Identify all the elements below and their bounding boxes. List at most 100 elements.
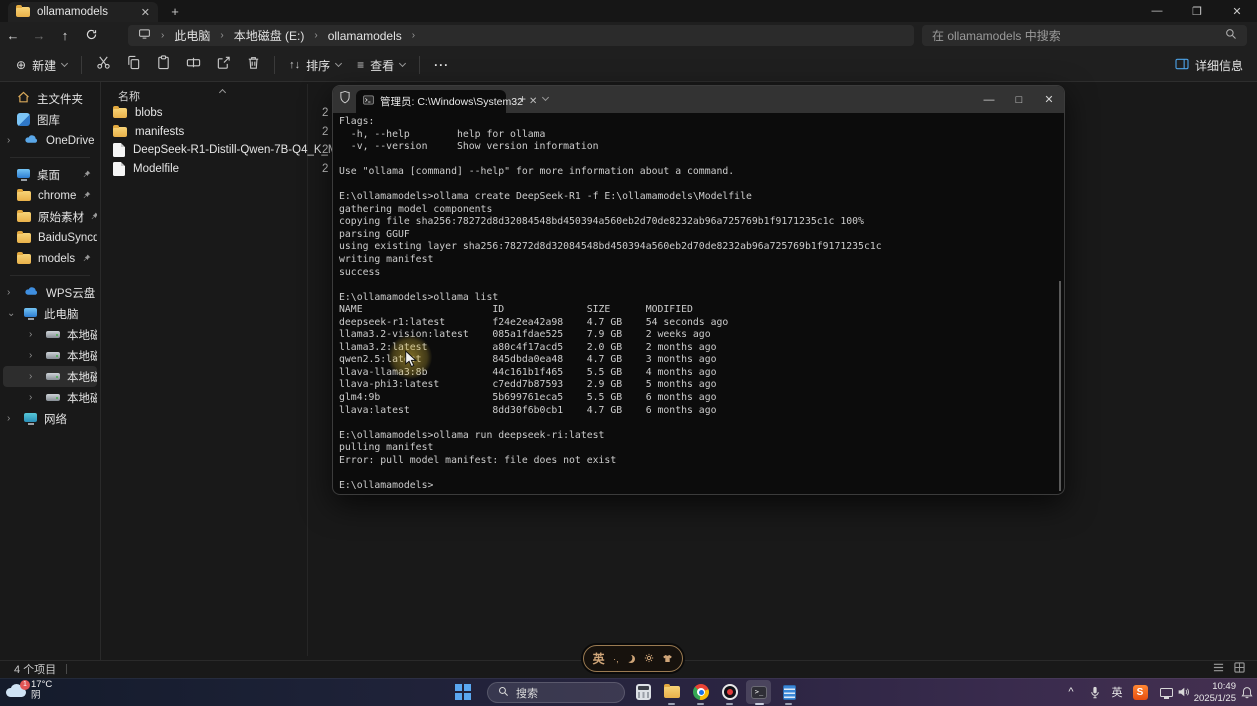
ime-language-toggle[interactable]: 英 (593, 650, 605, 667)
tray-hidden-icons-button[interactable]: ^ (1060, 682, 1082, 702)
more-options-button[interactable]: ··· (426, 58, 457, 72)
terminal-tab-close-icon[interactable]: ✕ (529, 96, 537, 107)
new-tab-button[interactable]: + (166, 3, 184, 21)
sidebar-item-disk-f[interactable]: › 本地磁盘 (F:) (3, 387, 97, 408)
sidebar-item-baidusyncdisk[interactable]: BaiduSyncdisk (3, 227, 97, 248)
terminal-titlebar[interactable]: 管理员: C:\Windows\System32 ✕ + — □ ✕ (333, 86, 1064, 113)
terminal-maximize-button[interactable]: □ (1004, 86, 1034, 113)
sidebar-item-disk-c[interactable]: › 本地磁盘 (C:) (3, 324, 97, 345)
terminal-content-area[interactable]: Flags: -h, --help help for ollama -v, --… (333, 113, 1064, 495)
ime-settings-gear-icon[interactable] (644, 650, 654, 668)
taskbar-recorder[interactable] (719, 682, 741, 702)
taskbar-file-explorer[interactable] (661, 682, 683, 702)
taskbar-notepad[interactable] (778, 682, 800, 702)
up-button[interactable]: ↑ (52, 28, 78, 43)
taskbar-chrome[interactable] (690, 682, 712, 702)
view-button[interactable]: ≡ 查看 (349, 57, 413, 74)
weather-widget[interactable]: 1 17°C 阴 (6, 680, 52, 701)
chevron-right-icon[interactable]: › (29, 329, 39, 340)
refresh-icon[interactable] (78, 28, 104, 44)
sidebar-item-desktop[interactable]: 桌面 (3, 164, 97, 185)
terminal-window[interactable]: 管理员: C:\Windows\System32 ✕ + — □ ✕ Flags… (332, 85, 1065, 495)
crumb-chevron-icon: › (155, 30, 170, 41)
tray-microphone-icon[interactable] (1084, 682, 1106, 702)
taskbar-terminal[interactable]: >_ (748, 682, 770, 702)
breadcrumb-folder[interactable]: ollamamodels (328, 29, 402, 43)
folder-icon (17, 212, 31, 222)
copy-icon[interactable] (118, 55, 148, 75)
taskbar-search-label: 搜索 (516, 685, 538, 701)
sidebar-item-chrome[interactable]: chrome (3, 185, 97, 206)
chevron-right-icon[interactable]: › (7, 287, 17, 298)
sidebar-item-disk-e[interactable]: › 本地磁盘 (E:) (3, 366, 97, 387)
terminal-minimize-button[interactable]: — (974, 86, 1004, 113)
ime-punctuation-icon[interactable]: ·, (613, 654, 619, 664)
tray-notifications-bell-icon[interactable] (1236, 682, 1257, 702)
view-thumbnails-icon[interactable] (1234, 662, 1245, 676)
terminal-close-button[interactable]: ✕ (1034, 86, 1064, 113)
details-pane-button[interactable]: 详细信息 (1167, 57, 1257, 74)
terminal-tab[interactable]: 管理员: C:\Windows\System32 ✕ (356, 90, 506, 113)
paste-icon[interactable] (148, 55, 178, 75)
explorer-tab[interactable]: ollamamodels ✕ (8, 2, 158, 22)
chevron-right-icon[interactable]: › (29, 371, 39, 382)
breadcrumb-this-pc[interactable]: 此电脑 (174, 27, 210, 44)
maximize-button[interactable]: ❐ (1177, 0, 1217, 22)
forward-button[interactable]: → (26, 28, 52, 43)
pin-icon (83, 190, 91, 202)
minimize-button[interactable]: — (1137, 0, 1177, 22)
folder-icon (17, 254, 31, 264)
taskbar-search[interactable]: 搜索 (487, 682, 625, 703)
terminal-tab-dropdown-icon[interactable] (542, 94, 549, 101)
file-icon (113, 143, 125, 157)
sidebar-item-this-pc[interactable]: ⌄ 此电脑 (3, 303, 97, 324)
tray-input-language[interactable]: 英 (1106, 682, 1128, 702)
ime-toolbar[interactable]: 英 ·, (583, 645, 683, 672)
back-button[interactable]: ← (0, 28, 26, 43)
explorer-search-input[interactable]: 在 ollamamodels 中搜索 (922, 25, 1247, 46)
sidebar-item-label: 本地磁盘 (F:) (67, 390, 97, 406)
sidebar-item-home[interactable]: 主文件夹 (3, 88, 97, 109)
start-button[interactable] (452, 682, 474, 702)
sidebar-item-onedrive[interactable]: › OneDrive (3, 130, 97, 151)
cut-icon[interactable] (88, 55, 118, 75)
details-pane-icon (1175, 58, 1189, 73)
explorer-tab-strip: ollamamodels ✕ + — ❐ ✕ (0, 0, 1257, 22)
new-button[interactable]: ⊕ 新建 (0, 57, 75, 74)
sidebar-item-wps-cloud[interactable]: › WPS云盘 (3, 282, 97, 303)
tray-clock[interactable]: 10:49 2025/1/25 (1188, 681, 1236, 704)
ime-skin-shirt-icon[interactable] (662, 650, 673, 668)
breadcrumb-drive[interactable]: 本地磁盘 (E:) (234, 27, 305, 44)
sidebar-item-gallery[interactable]: 图库 (3, 109, 97, 130)
chevron-right-icon[interactable]: › (7, 135, 17, 146)
sidebar-item-models[interactable]: models (3, 248, 97, 269)
column-header-name[interactable]: 名称 (118, 88, 140, 104)
terminal-new-tab-button[interactable]: + (519, 92, 526, 106)
sidebar-item-network[interactable]: › 网络 (3, 408, 97, 429)
view-list-icon[interactable] (1213, 662, 1224, 676)
chevron-right-icon[interactable]: › (29, 392, 39, 403)
delete-icon[interactable] (238, 55, 268, 75)
taskbar-calculator[interactable] (632, 682, 654, 702)
sort-button[interactable]: ↑↓ 排序 (281, 57, 349, 74)
search-icon[interactable] (1225, 28, 1237, 43)
chevron-right-icon[interactable]: › (7, 413, 17, 424)
close-button[interactable]: ✕ (1217, 0, 1257, 22)
chevron-right-icon[interactable]: › (29, 350, 39, 361)
rename-icon[interactable] (178, 55, 208, 75)
tray-date: 2025/1/25 (1188, 693, 1236, 705)
running-indicator (668, 703, 675, 706)
sidebar-item-raw-assets[interactable]: 原始素材 (3, 206, 97, 227)
tray-sogou[interactable]: S (1129, 682, 1151, 702)
ime-halfwidth-moon-icon[interactable] (627, 655, 635, 663)
chevron-down-icon[interactable]: ⌄ (7, 308, 17, 319)
terminal-scrollbar[interactable] (1059, 281, 1061, 491)
file-date: 2 (322, 126, 328, 138)
tab-close-icon[interactable]: ✕ (141, 6, 150, 19)
sidebar-item-disk-d[interactable]: › 本地磁盘 (D:) (3, 345, 97, 366)
share-icon[interactable] (208, 55, 238, 75)
details-pane-label: 详细信息 (1195, 57, 1243, 74)
sidebar-item-label: chrome (38, 190, 76, 202)
new-button-label: 新建 (32, 57, 56, 74)
sidebar-item-label: 本地磁盘 (D:) (67, 348, 97, 364)
